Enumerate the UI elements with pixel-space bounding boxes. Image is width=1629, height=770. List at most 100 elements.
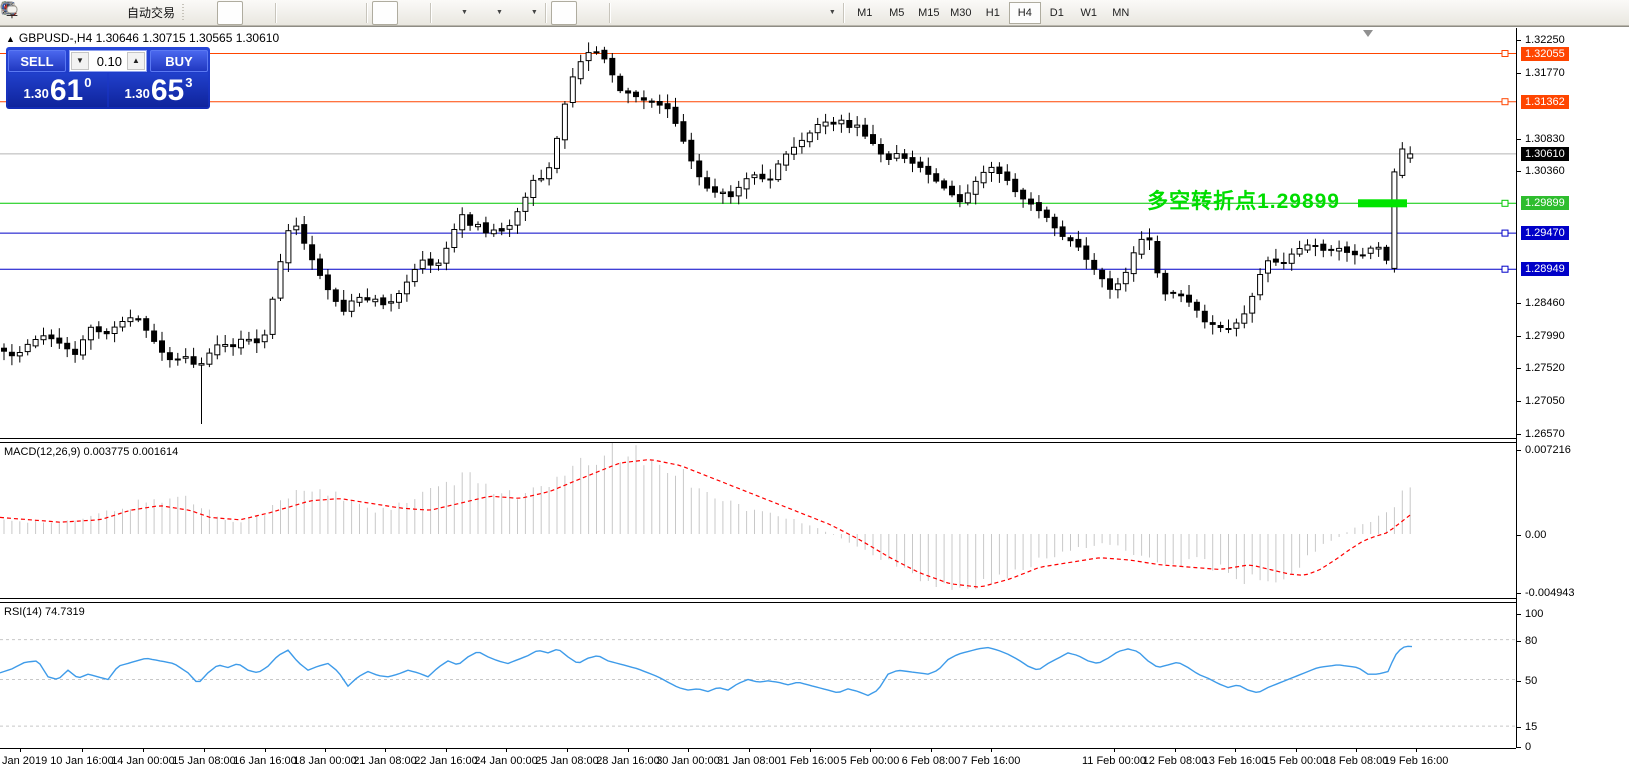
time-label: 21 Jan 08:00: [353, 755, 417, 767]
time-tick: [991, 749, 992, 752]
price-badge: 1.28949: [1521, 262, 1569, 276]
volume-increase-button[interactable]: ▲: [127, 52, 145, 70]
arrows-dropdown-caret[interactable]: ▼: [829, 9, 836, 16]
sell-price[interactable]: 1.30 61 0: [8, 73, 107, 107]
axis-label: 50: [1525, 675, 1537, 687]
time-label: 7 Feb 16:00: [962, 755, 1021, 767]
signals-icon[interactable]: [75, 1, 101, 25]
sell-price-big: 61: [50, 78, 83, 104]
volume-spinner[interactable]: ▼ 0.10 ▲: [69, 50, 147, 72]
timeframe-button-m5[interactable]: M5: [881, 2, 913, 24]
buy-button[interactable]: BUY: [150, 50, 208, 72]
time-tick: [870, 749, 871, 752]
buy-price[interactable]: 1.30 65 3: [109, 73, 208, 107]
time-tick: [1114, 749, 1115, 752]
axis-label: 1.27050: [1525, 395, 1565, 407]
time-axis[interactable]: 9 Jan 201910 Jan 16:0014 Jan 00:0015 Jan…: [0, 749, 1629, 770]
time-label: 5 Feb 00:00: [841, 755, 900, 767]
autotrade-icon[interactable]: [102, 1, 124, 25]
gold-book-icon[interactable]: [21, 1, 47, 25]
axis-label: 1.32250: [1525, 34, 1565, 46]
zoom-in-icon[interactable]: [281, 1, 307, 25]
autotrade-label[interactable]: 自动交易: [127, 4, 175, 21]
time-tick: [749, 749, 750, 752]
search-icon[interactable]: [1572, 1, 1598, 25]
timeframe-button-mn[interactable]: MN: [1105, 2, 1137, 24]
time-label: 19 Feb 16:00: [1384, 755, 1449, 767]
axis-label: 1.27520: [1525, 362, 1565, 374]
arrows-icon[interactable]: [804, 1, 830, 25]
macd-pane[interactable]: MACD(12,26,9) 0.003775 0.001614: [0, 443, 1516, 598]
indicators-dropdown-caret[interactable]: ▼: [461, 9, 468, 16]
timeframe-button-h1[interactable]: H1: [977, 2, 1009, 24]
periods-dropdown-caret[interactable]: ▼: [496, 9, 503, 16]
line-chart-icon[interactable]: [244, 1, 270, 25]
price-pane[interactable]: ▲GBPUSD-,H4 1.30646 1.30715 1.30565 1.30…: [0, 28, 1516, 438]
rsi-pane[interactable]: RSI(14) 74.7319: [0, 603, 1516, 749]
axis-tick: [1517, 593, 1521, 594]
candlestick-chart[interactable]: [0, 28, 1516, 438]
periods-icon[interactable]: [471, 1, 497, 25]
time-label: 13 Feb 16:00: [1203, 755, 1268, 767]
crosshair-icon[interactable]: [578, 1, 604, 25]
fibonacci-icon[interactable]: F: [723, 1, 749, 25]
macd-chart[interactable]: [0, 443, 1516, 598]
timeframe-button-m15[interactable]: M15: [913, 2, 945, 24]
axis-tick: [1517, 450, 1521, 451]
time-label: 15 Feb 00:00: [1264, 755, 1329, 767]
buy-price-sup: 3: [185, 75, 192, 90]
time-label: 15 Jan 08:00: [172, 755, 236, 767]
timeframe-group: M1M5M15M30H1H4D1W1MN: [849, 2, 1137, 24]
chart-shift-icon[interactable]: [399, 1, 425, 25]
time-label: 30 Jan 00:00: [656, 755, 720, 767]
timeframe-button-d1[interactable]: D1: [1041, 2, 1073, 24]
tile-windows-icon[interactable]: [335, 1, 361, 25]
indicators-icon[interactable]: [436, 1, 462, 25]
toolbar-separator: [609, 3, 610, 23]
time-label: 14 Jan 00:00: [111, 755, 175, 767]
bar-chart-icon[interactable]: [190, 1, 216, 25]
time-label: 9 Jan 2019: [0, 755, 47, 767]
market-watch-icon[interactable]: [48, 1, 74, 25]
timeframe-button-m30[interactable]: M30: [945, 2, 977, 24]
pivot-annotation[interactable]: 多空转折点1.29899: [1040, 185, 1340, 215]
volume-decrease-button[interactable]: ▼: [71, 52, 89, 70]
time-tick: [20, 749, 21, 752]
time-label: 18 Jan 00:00: [293, 755, 357, 767]
horizontal-line-icon[interactable]: [642, 1, 668, 25]
label-icon[interactable]: T: [777, 1, 803, 25]
axis-tick: [1517, 139, 1521, 140]
trendline-icon[interactable]: [669, 1, 695, 25]
time-tick: [325, 749, 326, 752]
time-label: 16 Jan 16:00: [233, 755, 297, 767]
axis-tick: [1517, 368, 1521, 369]
timeframe-button-h4[interactable]: H4: [1009, 2, 1041, 24]
time-tick: [1416, 749, 1417, 752]
axis-tick: [1517, 641, 1521, 642]
axis-label: 1.31770: [1525, 67, 1565, 79]
templates-dropdown-caret[interactable]: ▼: [531, 9, 538, 16]
templates-icon[interactable]: [506, 1, 532, 25]
timeframe-button-w1[interactable]: W1: [1073, 2, 1105, 24]
time-label: 28 Jan 16:00: [596, 755, 660, 767]
price-axis[interactable]: 1.322501.317701.308301.303601.284601.279…: [1516, 28, 1629, 748]
toolbar: 单 自动交易 ▼ ▼ ▼ E F A T ▼ M1M5M15M30H1H4D1W: [0, 0, 1629, 26]
text-icon[interactable]: A: [750, 1, 776, 25]
one-click-trading-panel: SELL ▼ 0.10 ▲ BUY 1.30 61 0 1.30: [6, 47, 210, 109]
vertical-line-icon[interactable]: [615, 1, 641, 25]
sell-button[interactable]: SELL: [8, 50, 66, 72]
zoom-out-icon[interactable]: [308, 1, 334, 25]
cursor-icon[interactable]: [551, 1, 577, 25]
volume-value[interactable]: 0.10: [90, 54, 126, 69]
channel-icon[interactable]: E: [696, 1, 722, 25]
rsi-chart[interactable]: [0, 603, 1516, 748]
candlestick-chart-icon[interactable]: [217, 1, 243, 25]
timeframe-button-m1[interactable]: M1: [849, 2, 881, 24]
collapse-triangle-icon[interactable]: ▲: [6, 34, 15, 44]
time-label: 25 Jan 08:00: [535, 755, 599, 767]
axis-label: 1.28460: [1525, 297, 1565, 309]
time-label: 10 Jan 16:00: [50, 755, 114, 767]
scroll-to-end-icon[interactable]: [372, 1, 398, 25]
chat-icon[interactable]: [1599, 1, 1625, 25]
axis-label: 1.26570: [1525, 428, 1565, 440]
